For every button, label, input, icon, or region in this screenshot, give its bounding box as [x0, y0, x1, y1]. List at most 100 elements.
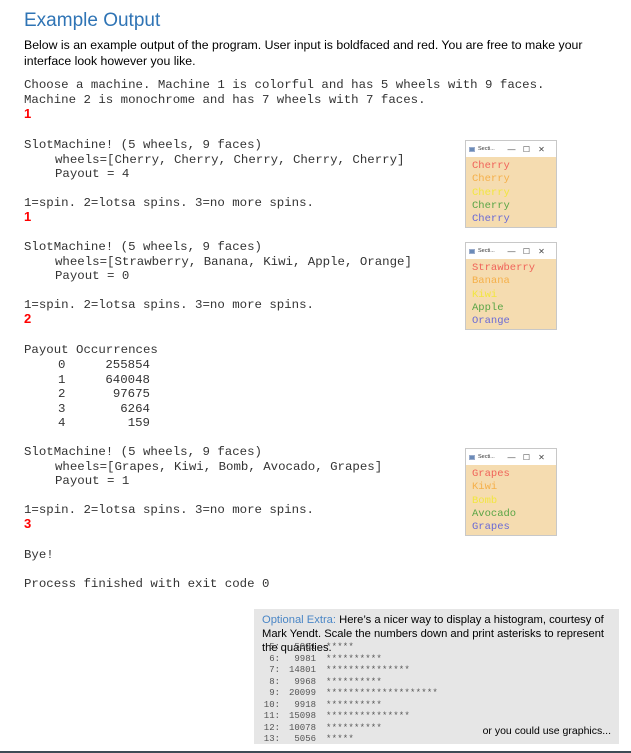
spin-payout: Payout = 4	[55, 167, 130, 181]
wheel-face: Avocado	[472, 507, 517, 520]
window-body: Cherry Cherry Cherry Cherry Cherry	[466, 157, 556, 226]
histogram-key: 7:	[269, 665, 280, 675]
histogram-bar: *****	[326, 734, 355, 744]
user-input-spin: 3	[24, 516, 32, 531]
minimize-icon[interactable]: —	[504, 247, 519, 256]
histogram-bar: **********	[326, 676, 383, 687]
histogram-row: 9: 20099 ********************	[262, 688, 438, 699]
spin-payout: Payout = 1	[55, 474, 130, 488]
histogram-row: 8: 9968 **********	[262, 677, 382, 688]
optional-extra-box: Optional Extra: Here’s a nicer way to di…	[254, 609, 619, 744]
histogram-key: 8:	[269, 676, 280, 687]
user-input-spin: 2	[24, 311, 32, 326]
wheel-face: Cherry	[472, 199, 510, 212]
histogram-bar: ***************	[326, 665, 411, 675]
close-icon[interactable]: ✕	[534, 247, 549, 256]
spin-menu: 1=spin. 2=lotsa spins. 3=no more spins.	[24, 196, 314, 210]
histogram-key: 9:	[269, 688, 280, 698]
window-title: Secti...	[478, 248, 495, 254]
histogram-value: 5056	[294, 734, 316, 744]
bye-text: Bye!	[24, 548, 54, 562]
histogram-row: 11: 15098 ***************	[262, 711, 410, 722]
slot-window: Secti... — ☐ ✕ Grapes Kiwi Bomb Avocado Grapes	[465, 448, 557, 536]
histogram-row: 12: 10078 **********	[262, 723, 382, 734]
histogram-value: 9981	[294, 653, 316, 664]
spin-wheels: wheels=[Strawberry, Banana, Kiwi, Apple,…	[55, 255, 412, 269]
histogram-row: 5: 5001 *****	[262, 642, 354, 653]
close-icon[interactable]: ✕	[534, 453, 549, 462]
histogram-value: 20099	[288, 688, 316, 698]
wheel-face: Cherry	[472, 160, 510, 172]
spin-wheels: wheels=[Grapes, Kiwi, Bomb, Avocado, Gra…	[55, 460, 383, 474]
exit-text: Process finished with exit code 0	[24, 577, 270, 591]
wheel-face: Apple	[472, 301, 504, 314]
window-title-bar[interactable]: Secti... — ☐ ✕	[466, 449, 556, 465]
window-title-bar[interactable]: Secti... — ☐ ✕	[466, 141, 556, 157]
histogram-row: 6: 9981 **********	[262, 654, 382, 665]
histogram-key: 5:	[269, 642, 280, 652]
wheel-face: Bomb	[472, 494, 498, 507]
wheel-face: Orange	[472, 315, 510, 328]
histogram-bar: **********	[326, 722, 383, 733]
histogram-key: 13:	[263, 734, 280, 744]
wheel-face: Grapes	[472, 468, 510, 480]
maximize-icon[interactable]: ☐	[519, 453, 534, 462]
histogram-bar: ***************	[326, 711, 411, 721]
spin-menu: 1=spin. 2=lotsa spins. 3=no more spins.	[24, 503, 314, 517]
close-icon[interactable]: ✕	[534, 145, 549, 154]
window-title: Secti...	[478, 146, 495, 152]
minimize-icon[interactable]: —	[504, 453, 519, 462]
user-input-spin: 1	[24, 209, 32, 224]
histogram-value: 9918	[294, 699, 316, 710]
occurrences-value: 159	[127, 416, 150, 430]
maximize-icon[interactable]: ☐	[519, 145, 534, 154]
histogram-key: 11:	[263, 711, 280, 721]
spin-header: SlotMachine! (5 wheels, 9 faces)	[24, 138, 262, 152]
window-title-bar[interactable]: Secti... — ☐ ✕	[466, 243, 556, 259]
optional-extra-label: Optional Extra:	[262, 614, 336, 626]
occurrences-value: 6264	[120, 401, 150, 416]
payout-value: 2	[58, 387, 66, 401]
window-body: Grapes Kiwi Bomb Avocado Grapes	[466, 465, 556, 534]
occurrences-value: 640048	[105, 372, 150, 387]
user-input-machine: 1	[24, 106, 32, 121]
spin-wheels: wheels=[Cherry, Cherry, Cherry, Cherry, …	[55, 153, 405, 167]
histogram-key: 12:	[263, 722, 280, 733]
minimize-icon[interactable]: —	[504, 145, 519, 154]
window-title: Secti...	[478, 454, 495, 460]
graphics-note: or you could use graphics...	[482, 725, 611, 737]
slot-window: Secti... — ☐ ✕ Cherry Cherry Cherry Cherry Cherr…	[465, 140, 557, 228]
wheel-face: Strawberry	[472, 262, 536, 274]
histogram-value: 14801	[288, 665, 316, 675]
histogram-row: 13: 5056 *****	[262, 734, 354, 745]
histogram-value: 10078	[288, 722, 316, 733]
histogram-row: 10: 9918 **********	[262, 700, 382, 711]
intro-paragraph: Below is an example output of the progra…	[24, 38, 583, 68]
wheel-face: Kiwi	[472, 288, 498, 301]
app-icon	[469, 248, 475, 254]
histogram-value: 9968	[294, 676, 316, 687]
histogram-key: 10:	[263, 699, 280, 710]
histogram-value: 5001	[294, 642, 316, 652]
payout-value: 3	[58, 401, 66, 416]
window-body: Strawberry Banana Kiwi Apple Orange	[466, 259, 556, 328]
app-icon	[469, 146, 475, 152]
payout-value: 4	[58, 416, 66, 430]
histogram-bar: ********************	[326, 688, 439, 698]
wheel-face: Kiwi	[472, 481, 498, 494]
occurrences-value: 97675	[112, 387, 150, 401]
histogram-bar: **********	[326, 653, 383, 664]
spin-payout: Payout = 0	[55, 269, 130, 283]
occurrences-value: 255854	[105, 358, 150, 372]
slot-window: Secti... — ☐ ✕ Strawberry Banana Kiwi Apple Oran…	[465, 242, 557, 330]
app-icon	[469, 454, 475, 460]
wheel-face: Grapes	[472, 521, 510, 534]
histogram-value: 15098	[288, 711, 316, 721]
wheel-face: Banana	[472, 275, 510, 288]
maximize-icon[interactable]: ☐	[519, 247, 534, 256]
payout-table-header: Payout Occurrences	[24, 343, 158, 357]
payout-value: 0	[58, 358, 66, 372]
choose-line-1: Choose a machine. Machine 1 is colorful …	[24, 78, 545, 92]
histogram-key: 6:	[269, 653, 280, 664]
spin-header: SlotMachine! (5 wheels, 9 faces)	[24, 240, 262, 254]
